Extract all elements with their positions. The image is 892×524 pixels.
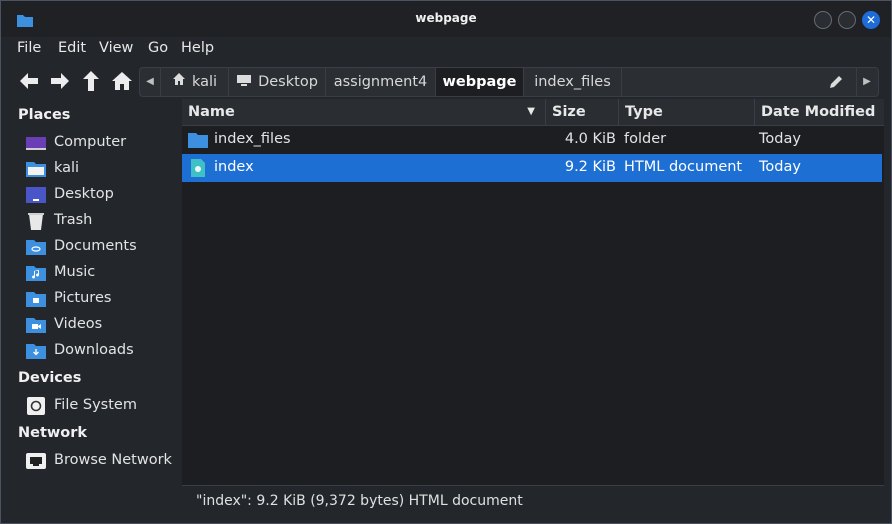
file-date: Today [759, 131, 801, 147]
html-file-icon [190, 158, 206, 182]
breadcrumb-assignment4[interactable]: assignment4 [326, 68, 436, 96]
sidebar-item-label: Browse Network [54, 452, 172, 468]
close-icon: ✕ [865, 13, 877, 27]
computer-icon [25, 134, 47, 152]
breadcrumb-webpage[interactable]: webpage [436, 68, 524, 96]
file-name: index [214, 159, 254, 175]
breadcrumb-label: assignment4 [333, 74, 428, 90]
file-name: index_files [214, 131, 291, 147]
close-button[interactable]: ✕ [862, 11, 880, 29]
file-size: 9.2 KiB [564, 159, 616, 175]
status-text: "index": 9.2 KiB (9,372 bytes) HTML docu… [196, 493, 523, 509]
breadcrumb-label: Desktop [258, 74, 318, 90]
file-list-view: Name ▼ Size Type Date Modified index_fil… [182, 99, 884, 516]
sidebar-item-desktop[interactable]: Desktop [25, 183, 181, 207]
trash-icon [25, 212, 47, 230]
path-scroll-right-icon[interactable]: ▶ [856, 68, 877, 96]
network-icon [25, 452, 47, 470]
folder-icon [187, 131, 209, 153]
back-arrow-icon[interactable] [16, 68, 42, 94]
column-header-date-modified[interactable]: Date Modified [755, 99, 884, 125]
network-header: Network [18, 425, 88, 441]
sidebar-item-label: kali [54, 160, 80, 176]
maximize-button[interactable] [838, 11, 856, 29]
sidebar-item-music[interactable]: Music [25, 261, 181, 285]
sidebar-item-trash[interactable]: Trash [25, 209, 181, 233]
column-label: Name [188, 104, 235, 120]
breadcrumb-label: webpage [442, 74, 517, 90]
file-size: 4.0 KiB [564, 131, 616, 147]
desktop-icon [236, 68, 252, 96]
sidebar-item-label: Pictures [54, 290, 112, 306]
menu-edit[interactable]: Edit [58, 40, 86, 56]
sidebar-item-kali[interactable]: kali [25, 157, 181, 181]
sidebar-item-computer[interactable]: Computer [25, 131, 181, 155]
sidebar-item-videos[interactable]: Videos [25, 313, 181, 337]
menu-view[interactable]: View [99, 40, 133, 56]
breadcrumb-label: index_files [534, 74, 611, 90]
breadcrumb-kali[interactable]: kali [161, 68, 229, 96]
menu-bar: File Edit View Go Help [1, 37, 891, 63]
sidebar-item-label: Trash [54, 212, 93, 228]
forward-arrow-icon[interactable] [47, 68, 73, 94]
downloads-folder-icon [25, 342, 47, 360]
title-bar[interactable]: webpage ✕ [1, 1, 891, 37]
table-row-selected[interactable]: index 9.2 KiB HTML document Today [182, 154, 882, 182]
column-headers: Name ▼ Size Type Date Modified [182, 99, 884, 126]
documents-folder-icon [25, 238, 47, 256]
column-header-name[interactable]: Name ▼ [182, 99, 546, 125]
sidebar-item-browse-network[interactable]: Browse Network [25, 449, 181, 473]
home-folder-icon [25, 160, 47, 178]
breadcrumb-label: kali [191, 74, 218, 90]
column-header-type[interactable]: Type [619, 99, 755, 125]
breadcrumb-index-files[interactable]: index_files [524, 68, 622, 96]
menu-file[interactable]: File [17, 40, 41, 56]
table-row[interactable]: index_files 4.0 KiB folder Today [182, 126, 882, 154]
file-date: Today [759, 159, 801, 175]
places-header: Places [18, 107, 71, 123]
column-header-size[interactable]: Size [546, 99, 619, 125]
breadcrumb-desktop[interactable]: Desktop [229, 68, 326, 96]
file-type: HTML document [624, 159, 743, 175]
window-title: webpage [415, 11, 477, 25]
toolbar: ◀ kali Desktop assignment4 webpage index… [1, 63, 891, 99]
sidebar-item-documents[interactable]: Documents [25, 235, 181, 259]
file-manager-window: webpage ✕ File Edit View Go Help ◀ kali … [0, 0, 892, 524]
path-scroll-left-icon[interactable]: ◀ [140, 68, 161, 96]
sort-descending-icon: ▼ [527, 106, 535, 117]
sidebar-item-pictures[interactable]: Pictures [25, 287, 181, 311]
desktop-icon [25, 186, 47, 204]
sidebar-item-label: Videos [54, 316, 103, 332]
status-bar: "index": 9.2 KiB (9,372 bytes) HTML docu… [182, 485, 884, 516]
file-type: folder [624, 131, 667, 147]
home-icon[interactable] [109, 68, 135, 94]
sidebar-item-label: Desktop [54, 186, 114, 202]
sidebar: Places Computer kali Desktop Trash Docum… [9, 99, 181, 515]
minimize-button[interactable] [814, 11, 832, 29]
up-arrow-icon[interactable] [78, 68, 104, 94]
sidebar-item-downloads[interactable]: Downloads [25, 339, 181, 363]
sidebar-item-label: File System [54, 397, 137, 413]
videos-folder-icon [25, 316, 47, 334]
sidebar-item-label: Computer [54, 134, 127, 150]
drive-icon [25, 397, 47, 415]
sidebar-item-label: Downloads [54, 342, 134, 358]
sidebar-item-label: Documents [54, 238, 137, 254]
devices-header: Devices [18, 370, 82, 386]
sidebar-item-file-system[interactable]: File System [25, 394, 181, 418]
home-icon [172, 68, 186, 96]
pictures-folder-icon [25, 290, 47, 308]
edit-location-icon[interactable] [828, 74, 844, 90]
sidebar-item-label: Music [54, 264, 96, 280]
path-bar: ◀ kali Desktop assignment4 webpage index… [139, 67, 879, 97]
menu-go[interactable]: Go [148, 40, 168, 56]
menu-help[interactable]: Help [181, 40, 214, 56]
music-folder-icon [25, 264, 47, 282]
